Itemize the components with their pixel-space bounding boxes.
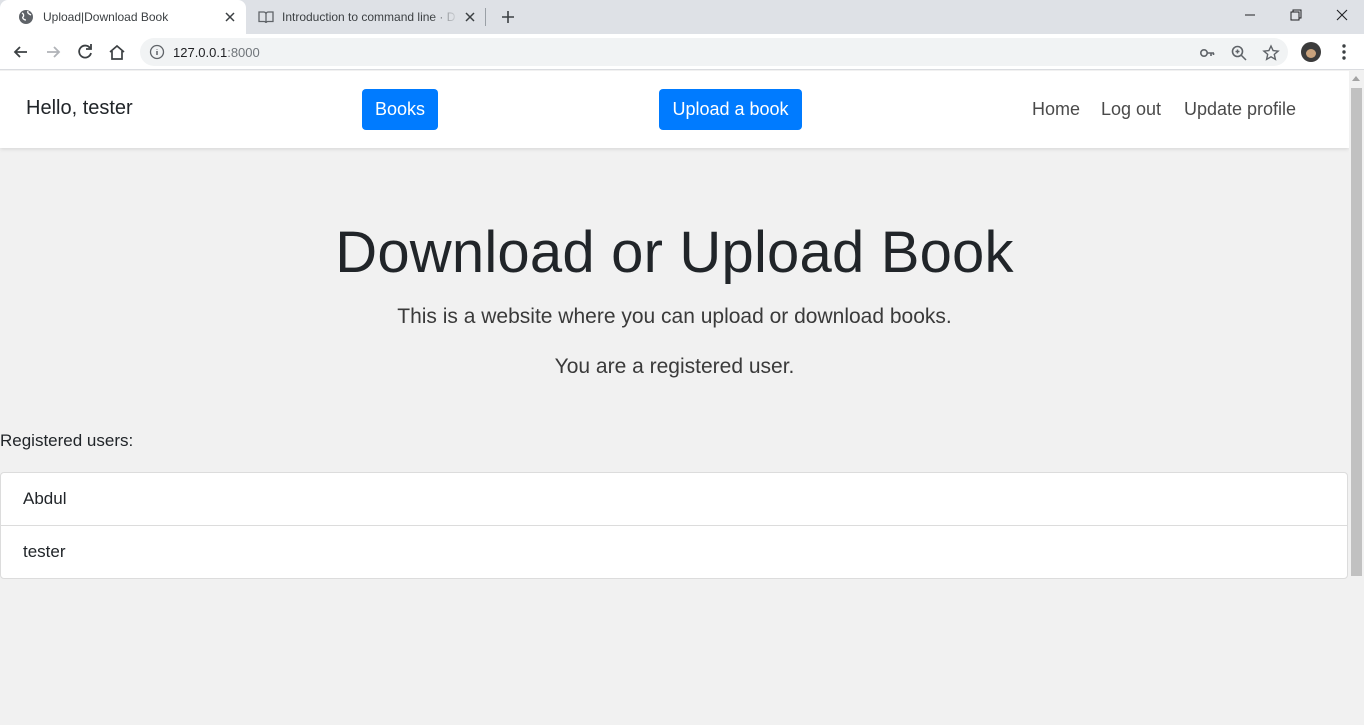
nav-link-update-profile[interactable]: Update profile [1184,99,1296,120]
nav-link-home[interactable]: Home [1032,99,1080,120]
list-item: Abdul [0,472,1348,526]
upload-book-button[interactable]: Upload a book [659,89,802,130]
key-icon[interactable] [1198,44,1216,62]
profile-avatar[interactable] [1301,42,1321,62]
avatar-face [1306,49,1316,58]
url-port: :8000 [227,45,260,60]
books-button[interactable]: Books [362,89,438,130]
bookmark-star-icon[interactable] [1262,44,1280,62]
reload-icon[interactable] [75,42,95,62]
window-close-icon[interactable] [1319,0,1364,30]
restore-icon[interactable] [1273,0,1319,30]
page-viewport: Hello, tester Books Upload a book Home L… [0,71,1349,725]
url-host: 127.0.0.1 [173,45,228,60]
greeting-text: Hello, tester [26,97,133,119]
globe-icon [18,9,34,25]
book-icon [258,9,274,25]
forward-arrow-icon[interactable] [43,42,63,62]
more-menu-icon[interactable] [1334,42,1354,62]
close-icon[interactable] [462,9,478,25]
home-icon[interactable] [107,42,127,62]
address-bar[interactable]: 127.0.0.1:8000 [140,38,1288,66]
nav-link-logout[interactable]: Log out [1101,99,1161,120]
browser-tab-inactive[interactable]: Introduction to command line · D [246,0,486,34]
vertical-scrollbar[interactable] [1349,71,1364,725]
minimize-icon[interactable] [1227,0,1273,30]
scrollbar-thumb[interactable] [1351,88,1362,576]
user-status-text: You are a registered user. [554,355,795,378]
browser-tabstrip: Upload|Download Book Introduction to com… [0,0,1364,34]
new-tab-icon[interactable] [498,7,518,27]
tab-title: Introduction to command line · D [282,10,456,24]
browser-toolbar: 127.0.0.1:8000 [0,34,1364,70]
info-icon[interactable] [149,44,165,60]
browser-tab-active[interactable]: Upload|Download Book [0,0,246,34]
zoom-icon[interactable] [1230,44,1248,62]
url-text: 127.0.0.1:8000 [173,45,260,60]
page-title: Download or Upload Book [335,220,1014,285]
hero-lead: This is a website where you can upload o… [397,305,952,328]
close-icon[interactable] [222,9,238,25]
user-list: Abdul tester [0,472,1348,579]
registered-users-heading: Registered users: [0,431,134,450]
scroll-up-arrow-icon[interactable] [1352,76,1360,81]
tab-separator [485,8,486,26]
list-item: tester [0,525,1348,579]
tab-title: Upload|Download Book [43,10,169,24]
site-navbar: Hello, tester Books Upload a book Home L… [0,71,1349,148]
back-arrow-icon[interactable] [11,42,31,62]
